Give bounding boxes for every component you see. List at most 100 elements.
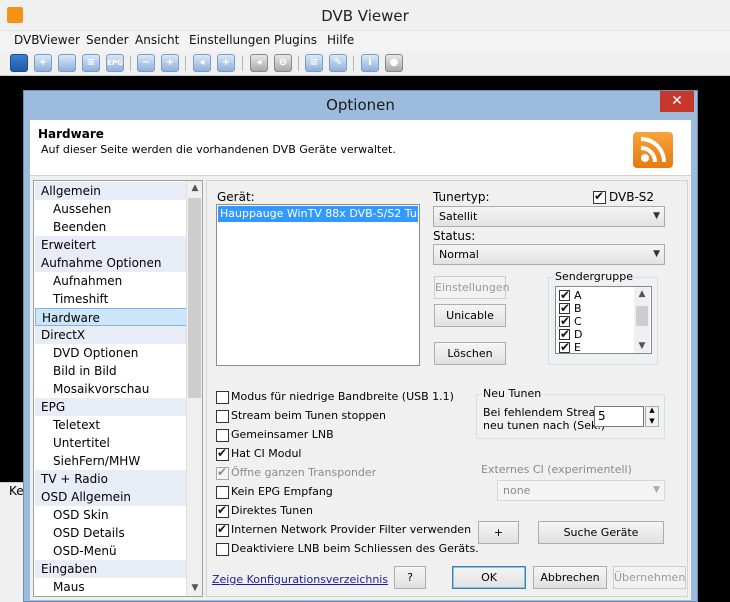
option-checkbox[interactable] bbox=[216, 391, 229, 404]
sendergruppe-checkbox[interactable] bbox=[559, 301, 570, 315]
option-checkbox[interactable] bbox=[216, 429, 229, 442]
config-folder-link[interactable]: Zeige Konfigurationsverzeichnis bbox=[212, 573, 388, 586]
nav-item-osd-allgemein[interactable]: OSD Allgemein bbox=[35, 488, 187, 506]
main-bottom-panel bbox=[0, 500, 24, 602]
fullscreen-icon[interactable]: + bbox=[34, 54, 52, 72]
menu-sender[interactable]: Sender bbox=[86, 33, 129, 47]
nav-item-osd-details[interactable]: OSD Details bbox=[35, 524, 187, 542]
option-label: Gemeinsamer LNB bbox=[231, 428, 334, 441]
externes-ci-select[interactable]: none ▼ bbox=[497, 480, 665, 501]
nav-item-timeshift[interactable]: Timeshift bbox=[35, 290, 187, 308]
neu-tunen-title: Neu Tunen bbox=[481, 387, 544, 400]
category-scroll-thumb[interactable] bbox=[188, 198, 201, 398]
prev-icon[interactable]: ◂ bbox=[250, 54, 268, 72]
menu-dvbviewer[interactable]: DVBViewer bbox=[14, 33, 80, 47]
externes-ci-label: Externes CI (experimentell) bbox=[481, 463, 632, 476]
einstellungen-button[interactable]: Einstellungen bbox=[434, 276, 510, 299]
tunertyp-select[interactable]: Satellit ▼ bbox=[433, 206, 665, 227]
nav-item-allgemein[interactable]: Allgemein bbox=[35, 182, 187, 200]
record-prev-icon[interactable]: ⊖ bbox=[274, 54, 292, 72]
nav-item-untertitel[interactable]: Untertitel bbox=[35, 434, 187, 452]
nav-item-teletext[interactable]: Teletext bbox=[35, 416, 187, 434]
nav-item-osd-men-[interactable]: OSD-Menü bbox=[35, 542, 187, 560]
info-icon[interactable]: i bbox=[361, 54, 379, 72]
nav-item-epg[interactable]: EPG bbox=[35, 398, 187, 416]
nav-item-dvd-optionen[interactable]: DVD Optionen bbox=[35, 344, 187, 362]
toolbar: + ≡ EPG − + ◂ + ◂ ⊖ ≡ ✎ i ● bbox=[0, 51, 730, 76]
nav-item-directx[interactable]: DirectX bbox=[35, 326, 187, 344]
channel-minus-icon[interactable]: − bbox=[137, 54, 155, 72]
settings-wrench-icon[interactable]: ✎ bbox=[329, 54, 347, 72]
nav-item-tv-radio[interactable]: TV + Radio bbox=[35, 470, 187, 488]
neu-tunen-label-2: neu tunen nach (Sek.) bbox=[483, 419, 606, 432]
scroll-down-icon[interactable]: ▼ bbox=[187, 583, 203, 593]
menu-hilfe[interactable]: Hilfe bbox=[327, 33, 354, 47]
sendergruppe-checkbox[interactable] bbox=[559, 314, 570, 328]
device-list[interactable] bbox=[216, 204, 420, 366]
page-title: Hardware bbox=[38, 127, 104, 141]
scroll-up-icon[interactable]: ▲ bbox=[634, 289, 650, 299]
nav-item-osd-skin[interactable]: OSD Skin bbox=[35, 506, 187, 524]
status-text: Ke bbox=[9, 484, 24, 498]
option-checkbox[interactable] bbox=[216, 410, 229, 423]
nav-item-siehfern-mhw[interactable]: SiehFern/MHW bbox=[35, 452, 187, 470]
add-device-button[interactable]: + bbox=[478, 521, 519, 544]
suche-geraete-button[interactable]: Suche Geräte bbox=[538, 521, 664, 544]
sendergruppe-checkbox[interactable] bbox=[559, 288, 570, 302]
nav-item-beenden[interactable]: Beenden bbox=[35, 218, 187, 236]
menu-plugins[interactable]: Plugins bbox=[274, 33, 317, 47]
apply-button[interactable]: Übernehmen bbox=[613, 566, 686, 589]
nav-item-erweitert[interactable]: Erweitert bbox=[35, 236, 187, 254]
volume-up-icon[interactable]: + bbox=[217, 54, 235, 72]
option-label: Direktes Tunen bbox=[231, 504, 313, 517]
nav-item-aussehen[interactable]: Aussehen bbox=[35, 200, 187, 218]
sendergruppe-checkbox[interactable] bbox=[559, 340, 570, 353]
device-label: Gerät: bbox=[217, 190, 255, 204]
unicable-button[interactable]: Unicable bbox=[434, 304, 506, 327]
loeschen-button[interactable]: Löschen bbox=[434, 342, 506, 365]
option-checkbox[interactable] bbox=[216, 503, 229, 518]
nav-item-hardware[interactable]: Hardware bbox=[35, 308, 187, 326]
sendergruppe-scroll-thumb[interactable] bbox=[636, 306, 648, 326]
stop-icon[interactable]: ● bbox=[385, 54, 403, 72]
help-button[interactable]: ? bbox=[394, 566, 426, 589]
nav-item-bild-in-bild[interactable]: Bild in Bild bbox=[35, 362, 187, 380]
menu-ansicht[interactable]: Ansicht bbox=[135, 33, 179, 47]
option-checkbox[interactable] bbox=[216, 486, 229, 499]
channel-list-icon[interactable]: ≡ bbox=[305, 54, 323, 72]
dvbs2-label: DVB-S2 bbox=[609, 190, 655, 204]
dvbs2-checkbox[interactable] bbox=[593, 189, 606, 204]
nav-item-aufnahme-optionen[interactable]: Aufnahme Optionen bbox=[35, 254, 187, 272]
spin-down-icon[interactable]: ▼ bbox=[646, 417, 658, 425]
sendergruppe-checkbox[interactable] bbox=[559, 327, 570, 341]
nav-item-eingaben[interactable]: Eingaben bbox=[35, 560, 187, 578]
option-checkbox[interactable] bbox=[216, 446, 229, 461]
close-icon[interactable]: ✕ bbox=[660, 91, 694, 112]
status-value: Normal bbox=[439, 248, 479, 261]
option-checkbox[interactable] bbox=[216, 543, 229, 556]
window-title: DVB Viewer bbox=[321, 7, 409, 25]
status-select[interactable]: Normal ▼ bbox=[433, 244, 665, 265]
nav-item-mosaikvorschau[interactable]: Mosaikvorschau bbox=[35, 380, 187, 398]
volume-down-icon[interactable]: ◂ bbox=[193, 54, 211, 72]
epg-icon[interactable]: EPG bbox=[106, 54, 124, 72]
spin-up-icon[interactable]: ▲ bbox=[646, 406, 658, 414]
scroll-up-icon[interactable]: ▲ bbox=[187, 183, 203, 193]
scroll-down-icon[interactable]: ▼ bbox=[634, 341, 650, 351]
channel-plus-icon[interactable]: + bbox=[161, 54, 179, 72]
menu-einstellungen[interactable]: Einstellungen bbox=[189, 33, 270, 47]
cancel-button[interactable]: Abbrechen bbox=[533, 566, 607, 589]
tv-window-icon[interactable] bbox=[10, 54, 28, 72]
option-label: Öffne ganzen Transponder bbox=[231, 466, 377, 479]
device-list-item[interactable]: Hauppauge WinTV 88x DVB-S/S2 Tuner/D bbox=[218, 206, 418, 222]
nav-item-aufnahmen[interactable]: Aufnahmen bbox=[35, 272, 187, 290]
desktop-icon[interactable] bbox=[58, 54, 76, 72]
list-view-icon[interactable]: ≡ bbox=[82, 54, 100, 72]
option-checkbox[interactable] bbox=[216, 465, 229, 480]
nav-item-maus[interactable]: Maus bbox=[35, 578, 187, 596]
menu-bar: DVBViewer Sender Ansicht Einstellungen P… bbox=[0, 31, 730, 51]
ok-button[interactable]: OK bbox=[452, 566, 526, 589]
tunertyp-value: Satellit bbox=[439, 210, 478, 223]
option-checkbox[interactable] bbox=[216, 522, 229, 537]
neu-tunen-seconds-input[interactable]: 5 bbox=[594, 406, 644, 427]
